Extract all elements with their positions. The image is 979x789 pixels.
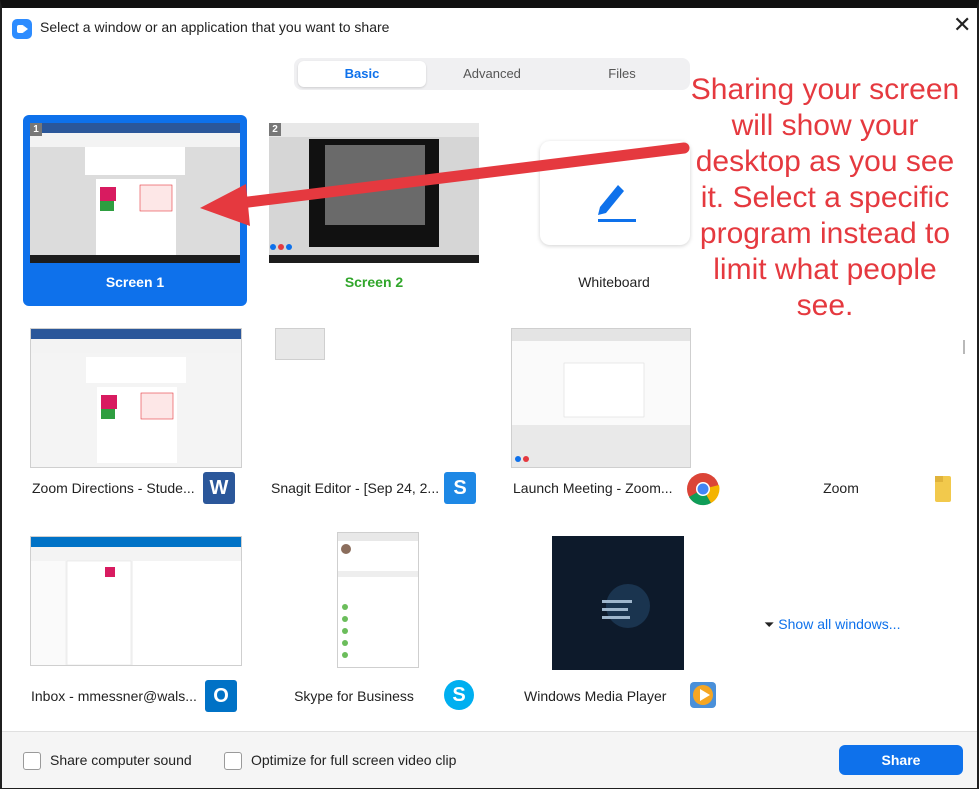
share-button[interactable]: Share <box>839 745 963 775</box>
share-sound-label: Share computer sound <box>50 752 192 768</box>
annotation-text: Sharing your screen will show your deskt… <box>690 73 960 322</box>
optimize-video-label: Optimize for full screen video clip <box>251 752 457 768</box>
optimize-video-checkbox[interactable] <box>224 752 242 770</box>
hidden-tile-edge <box>963 340 965 354</box>
share-sound-checkbox[interactable] <box>23 752 41 770</box>
